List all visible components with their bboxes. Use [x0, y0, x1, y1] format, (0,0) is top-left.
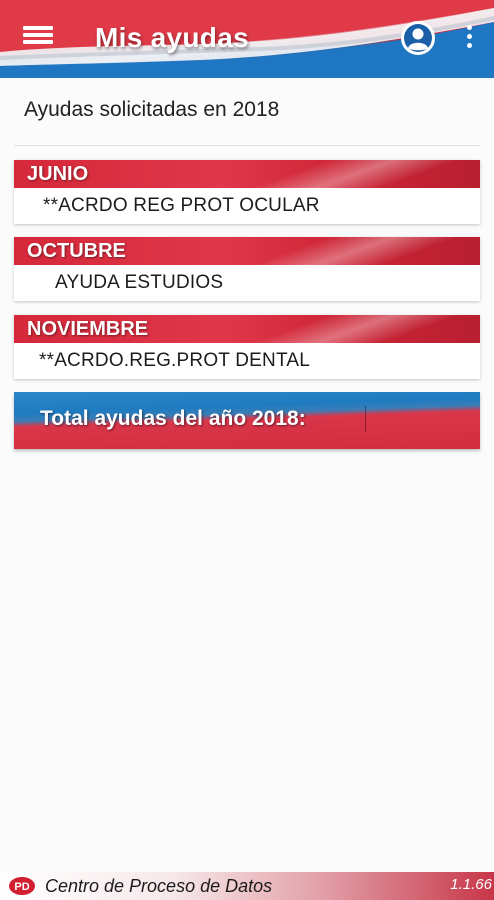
month-card-noviembre[interactable]: NOVIEMBRE **ACRDO.REG.PROT DENTAL: [14, 315, 480, 379]
app-bar: Mis ayudas: [0, 0, 494, 78]
hamburger-menu-icon: [23, 26, 53, 30]
page-title: Mis ayudas: [95, 22, 249, 53]
app-version: 1.1.66: [450, 876, 492, 893]
month-header: JUNIO: [14, 160, 480, 188]
total-aids-label: Total ayudas del año 2018:: [40, 407, 306, 430]
more-vert-dot: [466, 34, 472, 39]
aid-item: **ACRDO.REG.PROT DENTAL: [14, 343, 480, 379]
month-header: OCTUBRE: [14, 237, 480, 265]
footer: PD Centro de Proceso de Datos 1.1.66: [0, 872, 494, 900]
total-aids-bar: Total ayudas del año 2018:: [14, 392, 480, 449]
aid-item: **ACRDO REG PROT OCULAR: [14, 188, 480, 224]
aid-item: AYUDA ESTUDIOS: [14, 265, 480, 301]
aid-item-label: AYUDA ESTUDIOS: [55, 272, 224, 293]
aid-item-label: **ACRDO REG PROT OCULAR: [43, 195, 320, 216]
svg-text:PD: PD: [14, 881, 29, 893]
menu-button[interactable]: [20, 22, 56, 54]
cpd-logo-icon: PD: [9, 877, 35, 895]
divider: [14, 145, 480, 146]
more-vert-icon: [466, 25, 472, 30]
account-circle-icon: [404, 24, 432, 52]
account-button[interactable]: [401, 21, 435, 55]
month-card-junio[interactable]: JUNIO **ACRDO REG PROT OCULAR: [14, 160, 480, 224]
month-card-octubre[interactable]: OCTUBRE AYUDA ESTUDIOS: [14, 237, 480, 301]
month-header: NOVIEMBRE: [14, 315, 480, 343]
total-value-separator: [365, 406, 366, 432]
hamburger-line: [23, 40, 53, 44]
footer-organization: Centro de Proceso de Datos: [45, 876, 273, 896]
more-options-button[interactable]: [457, 24, 481, 54]
hamburger-line: [23, 33, 53, 37]
more-vert-dot: [466, 43, 472, 48]
month-name: OCTUBRE: [27, 240, 126, 262]
section-subtitle: Ayudas solicitadas en 2018: [24, 98, 280, 121]
month-name: JUNIO: [27, 163, 89, 185]
aid-item-label: **ACRDO.REG.PROT DENTAL: [39, 350, 310, 371]
month-name: NOVIEMBRE: [27, 318, 149, 340]
